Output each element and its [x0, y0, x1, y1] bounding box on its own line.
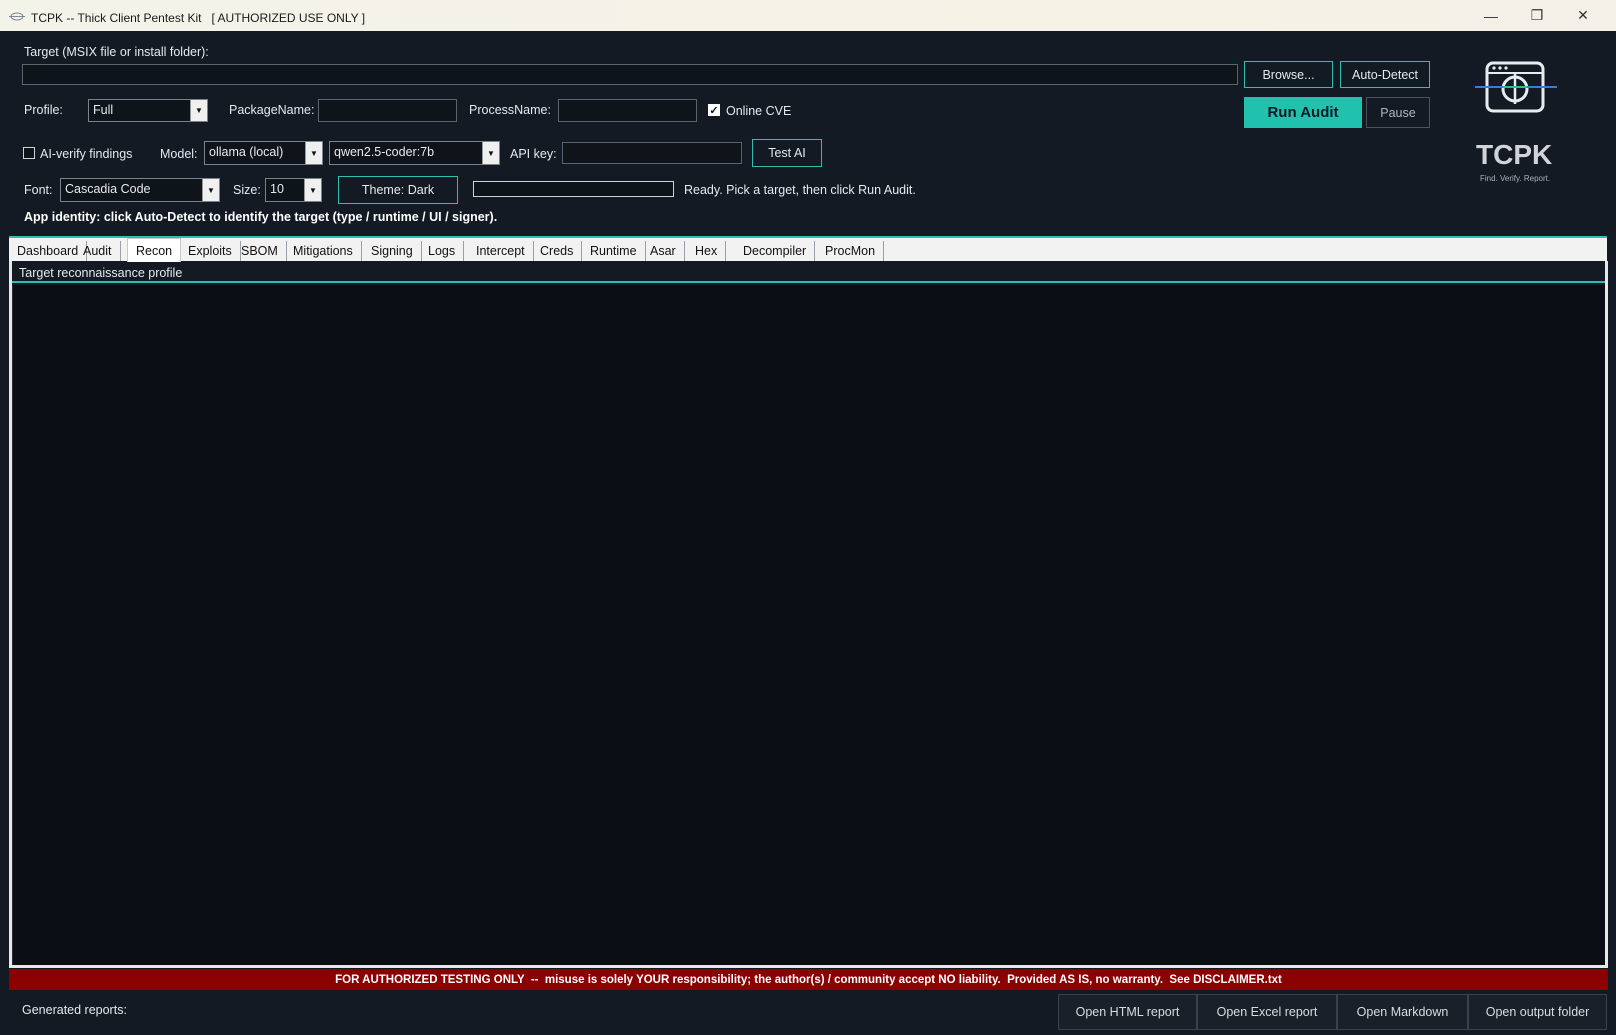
- tab-hex[interactable]: Hex: [687, 241, 727, 261]
- tab-strip: Dashboard Audit Recon Exploits SBOM Mitigatio…: [9, 236, 1607, 262]
- window-title: TCPK -- Thick Client Pentest Kit [ AUTHO…: [31, 11, 366, 25]
- package-name-input[interactable]: [318, 99, 457, 122]
- theme-toggle-button[interactable]: Theme: Dark: [338, 176, 458, 204]
- chevron-down-icon: ▼: [190, 100, 207, 121]
- tab-creds[interactable]: Creds: [532, 241, 583, 261]
- font-label: Font:: [24, 183, 53, 197]
- online-cve-label: Online CVE: [726, 104, 792, 118]
- online-cve-checkbox[interactable]: ✓: [708, 104, 720, 117]
- process-name-label: ProcessName:: [469, 103, 551, 117]
- tab-intercept[interactable]: Intercept: [468, 241, 534, 261]
- brand-name: TCPK: [1476, 139, 1553, 170]
- tab-procmon[interactable]: ProcMon: [817, 241, 885, 261]
- size-select[interactable]: 10 ▼: [265, 178, 322, 202]
- package-name-label: PackageName:: [229, 103, 315, 117]
- minimize-icon: —: [1484, 7, 1498, 24]
- tab-recon[interactable]: Recon: [127, 238, 182, 262]
- browse-button[interactable]: Browse...: [1244, 61, 1333, 88]
- chevron-down-icon: ▼: [482, 142, 499, 164]
- open-markdown-button[interactable]: Open Markdown: [1337, 994, 1468, 1030]
- tab-signing[interactable]: Signing: [363, 241, 422, 261]
- app-icon: [9, 12, 25, 21]
- tab-decompiler[interactable]: Decompiler: [735, 241, 816, 261]
- test-ai-button[interactable]: Test AI: [752, 139, 822, 167]
- auto-detect-button[interactable]: Auto-Detect: [1340, 61, 1430, 88]
- ai-verify-label: AI-verify findings: [40, 147, 133, 161]
- tab-sbom[interactable]: SBOM: [233, 241, 287, 261]
- tab-mitigations[interactable]: Mitigations: [285, 241, 362, 261]
- profile-select[interactable]: Full ▼: [88, 99, 208, 122]
- open-html-report-button[interactable]: Open HTML report: [1058, 994, 1197, 1030]
- tab-exploits[interactable]: Exploits: [180, 241, 241, 261]
- brand-tagline: Find. Verify. Report.: [1480, 174, 1551, 183]
- close-icon: ✕: [1577, 7, 1589, 23]
- tab-asar[interactable]: Asar: [642, 241, 685, 261]
- api-key-label: API key:: [510, 147, 557, 161]
- check-icon: ✓: [709, 104, 719, 117]
- profile-selected: Full: [93, 103, 114, 117]
- pause-button[interactable]: Pause: [1366, 97, 1430, 128]
- status-text: Ready. Pick a target, then click Run Aud…: [684, 183, 916, 197]
- tab-logs[interactable]: Logs: [420, 241, 465, 261]
- chevron-down-icon: ▼: [202, 179, 219, 201]
- content-frame-right: [1605, 261, 1608, 968]
- identity-hint: App identity: click Auto-Detect to ident…: [24, 210, 498, 224]
- tab-runtime[interactable]: Runtime: [582, 241, 646, 261]
- tab-audit[interactable]: Audit: [75, 241, 121, 261]
- tcpk-logo-icon: [1475, 61, 1557, 113]
- ai-verify-checkbox[interactable]: [23, 147, 35, 159]
- disclaimer-banner: FOR AUTHORIZED TESTING ONLY -- misuse is…: [9, 969, 1608, 990]
- run-audit-button[interactable]: Run Audit: [1244, 97, 1362, 128]
- open-excel-report-button[interactable]: Open Excel report: [1197, 994, 1337, 1030]
- chevron-down-icon: ▼: [305, 142, 322, 164]
- title-bar: TCPK -- Thick Client Pentest Kit [ AUTHO…: [0, 0, 1616, 31]
- open-output-folder-button[interactable]: Open output folder: [1468, 994, 1607, 1030]
- ai-provider-selected: ollama (local): [209, 145, 284, 159]
- recon-content-area[interactable]: [12, 285, 1605, 966]
- font-select[interactable]: Cascadia Code ▼: [60, 178, 220, 202]
- panel-title: Target reconnaissance profile: [19, 266, 183, 280]
- close-button[interactable]: ✕: [1560, 0, 1606, 31]
- size-selected: 10: [270, 182, 284, 196]
- restore-icon: ❐: [1530, 7, 1544, 23]
- panel-header: Target reconnaissance profile: [12, 263, 1605, 283]
- ai-model-select[interactable]: qwen2.5-coder:7b ▼: [329, 141, 500, 165]
- api-key-input[interactable]: [562, 142, 742, 164]
- target-input[interactable]: [22, 64, 1238, 85]
- generated-reports-label: Generated reports:: [22, 1003, 127, 1017]
- content-frame-bottom: [9, 965, 1608, 968]
- footer: Generated reports: Open HTML report Open…: [0, 992, 1616, 1035]
- restore-button[interactable]: ❐: [1514, 0, 1560, 31]
- model-label: Model:: [160, 147, 198, 161]
- process-name-input[interactable]: [558, 99, 697, 122]
- size-label: Size:: [233, 183, 261, 197]
- ai-model-selected: qwen2.5-coder:7b: [334, 145, 435, 159]
- progress-bar: [473, 181, 674, 197]
- profile-label: Profile:: [24, 103, 63, 117]
- chevron-down-icon: ▼: [304, 179, 321, 201]
- target-label: Target (MSIX file or install folder):: [24, 45, 209, 59]
- font-selected: Cascadia Code: [65, 182, 151, 196]
- ai-provider-select[interactable]: ollama (local) ▼: [204, 141, 323, 165]
- minimize-button[interactable]: —: [1468, 0, 1514, 31]
